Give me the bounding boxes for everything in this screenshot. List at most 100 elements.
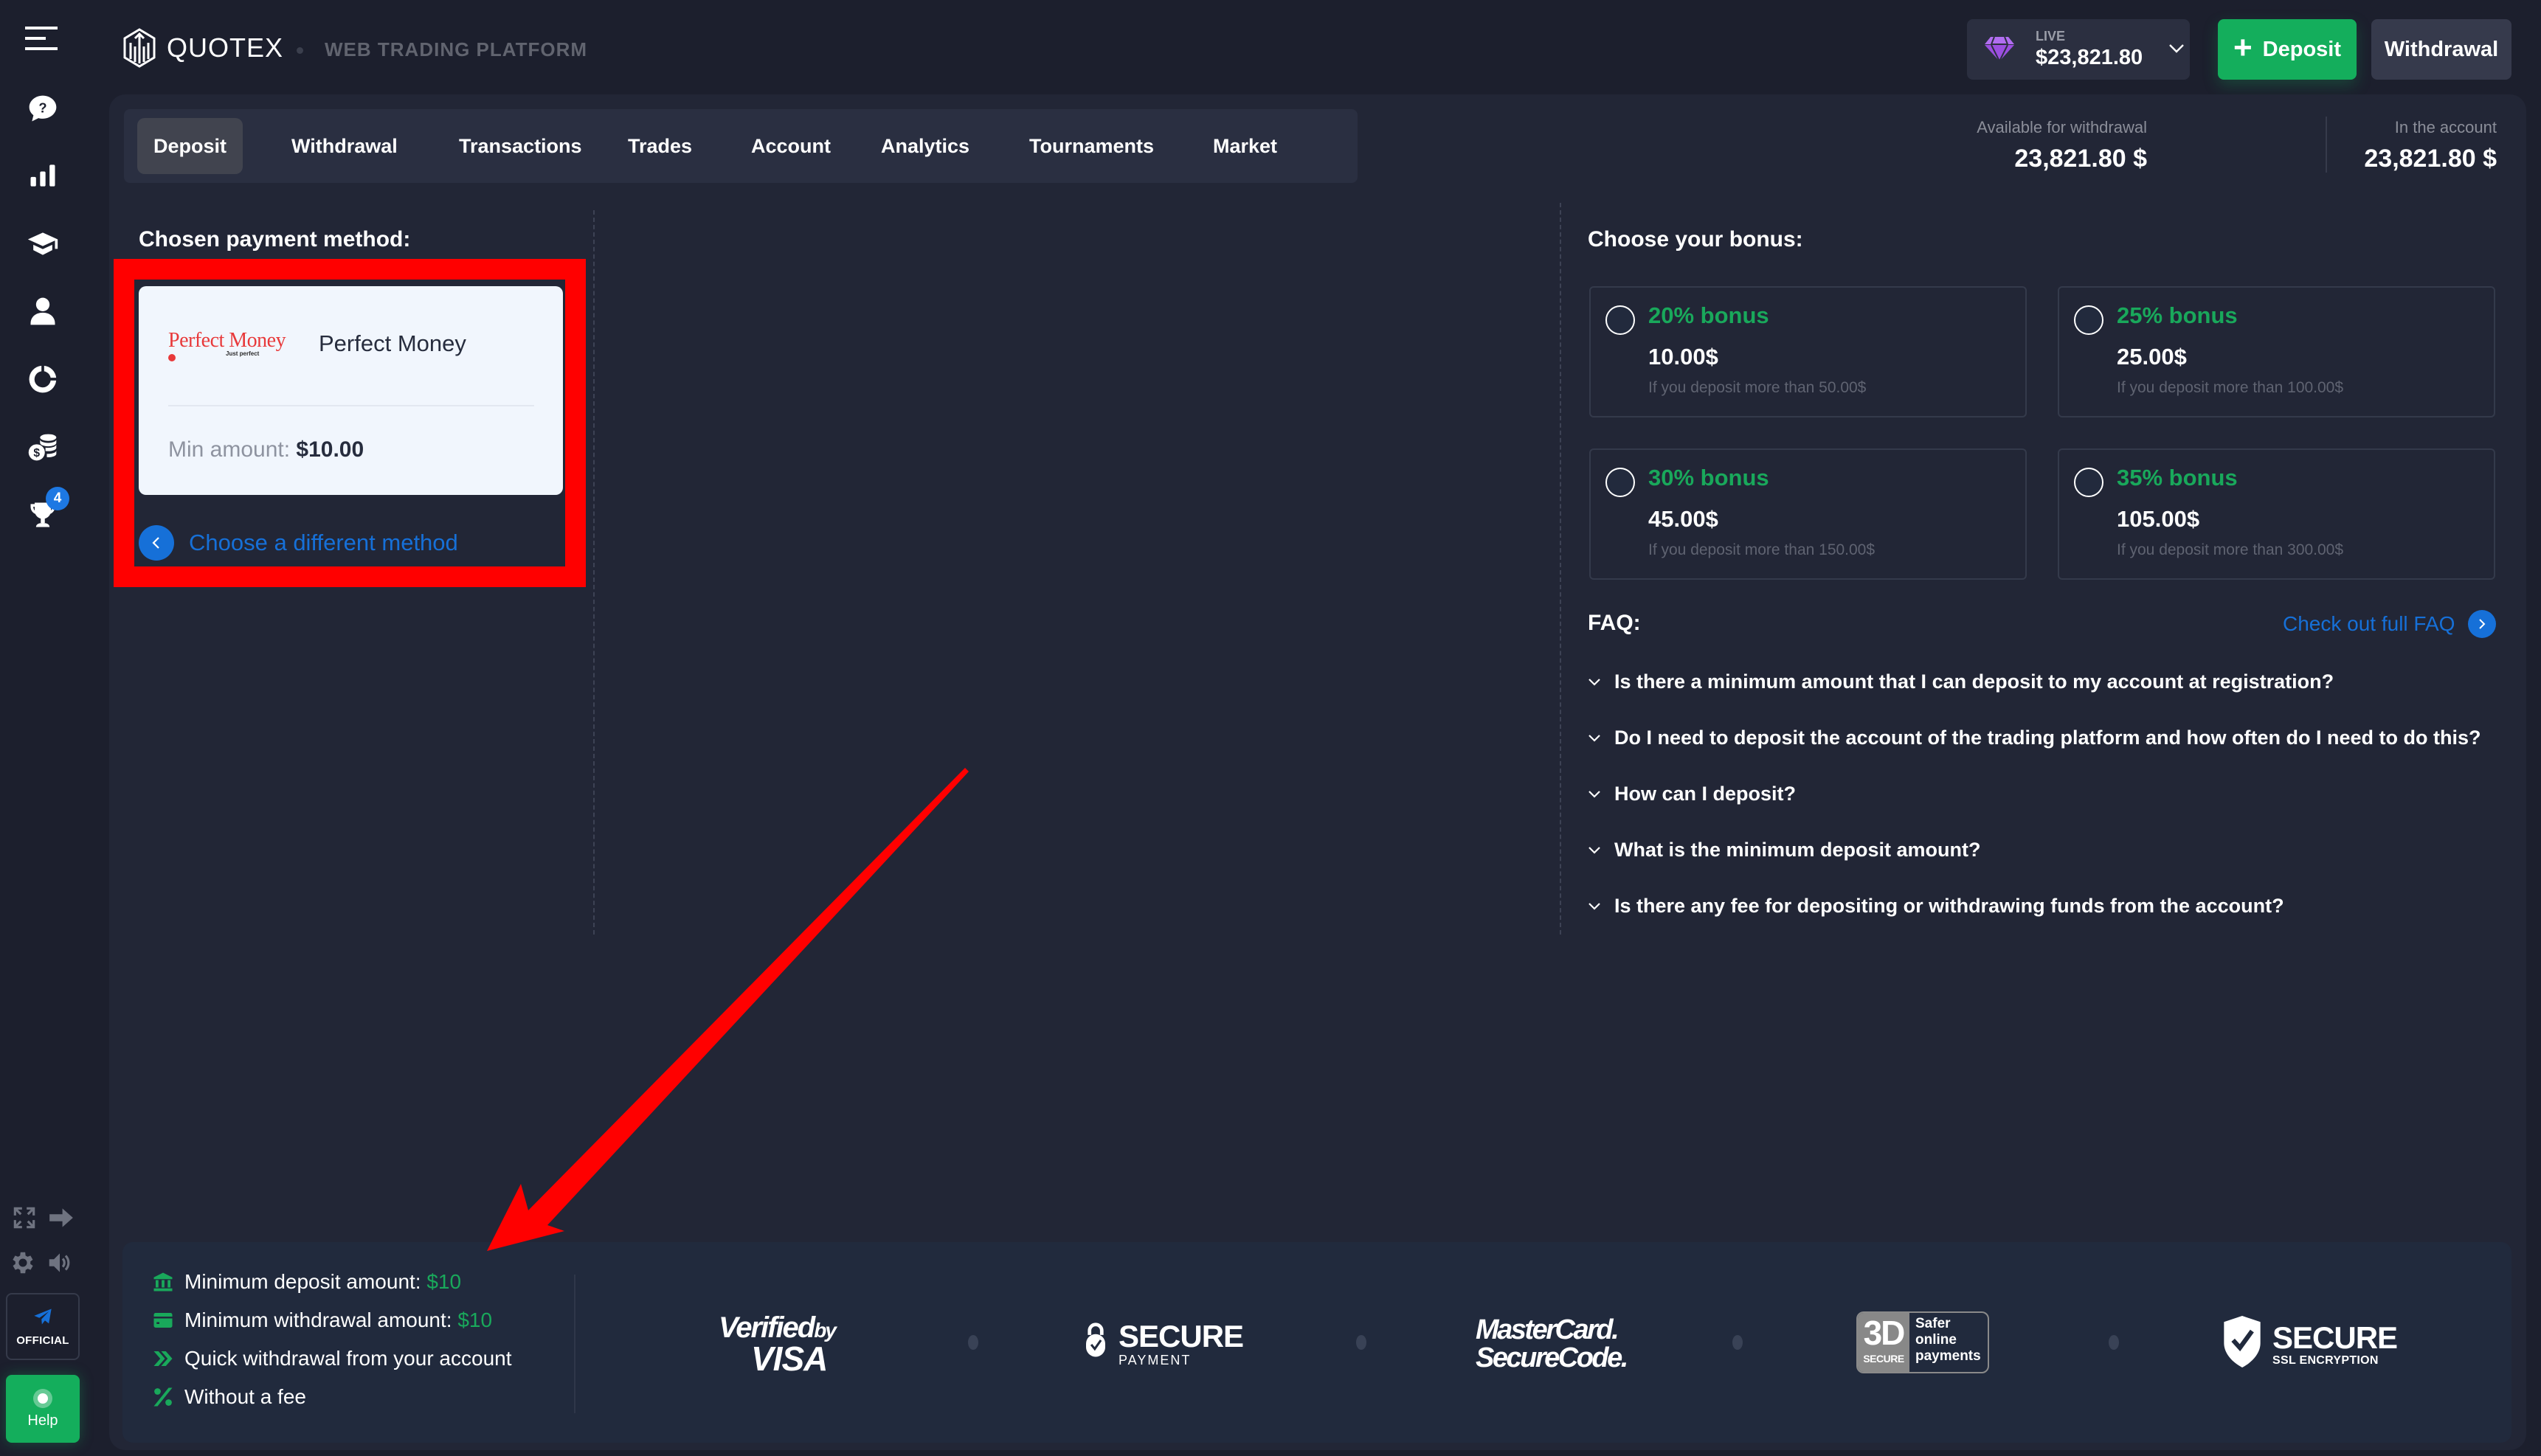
bonus-condition: If you deposit more than 150.00$ [1648,541,1876,558]
account-switcher[interactable]: LIVE $23,821.80 [1967,19,2190,80]
platform-label: WEB TRADING PLATFORM [325,38,588,60]
bonus-amount: 25.00$ [2117,344,2187,370]
bonus-condition: If you deposit more than 100.00$ [2117,379,2344,396]
min-amount: Min amount: $10.00 [168,437,364,462]
min-amount-value: $10.00 [296,437,364,462]
choose-different-method-label: Choose a different method [189,530,458,555]
bonus-title: 35% bonus [2117,465,2238,490]
volume-icon[interactable] [46,1249,74,1277]
tab-bar: Deposit Withdrawal Transactions Trades A… [124,109,1358,183]
bonus-radio[interactable] [1605,305,1635,335]
bonus-condition: If you deposit more than 300.00$ [2117,541,2344,558]
svg-text:?: ? [38,100,46,116]
bonus-option-20[interactable]: 20% bonus 10.00$ If you deposit more tha… [1589,286,2027,417]
graduation-cap-icon[interactable] [25,226,60,261]
faq-question: Is there any fee for depositing or withd… [1614,895,2284,917]
chevron-down-icon [1588,678,1600,686]
bonus-radio[interactable] [2074,468,2103,497]
telegram-icon [34,1308,52,1325]
bonus-amount: 10.00$ [1648,344,1718,370]
bonus-title: 20% bonus [1648,302,1769,328]
choose-different-method-link[interactable]: Choose a different method [139,525,458,561]
bar-chart-icon[interactable] [25,158,60,193]
balance-divider [2326,117,2327,173]
tab-analytics[interactable]: Analytics [865,118,986,174]
separator-dot [297,47,303,54]
chevron-right-icon [2468,610,2497,638]
faq-title: FAQ: [1588,611,1641,635]
perfect-money-logo: Perfect Money Just perfect [168,329,290,361]
secure-payment-badge: SECURE PAYMENT [1086,1311,1256,1370]
quotex-logo-icon [123,28,156,68]
faq-item[interactable]: How can I deposit? [1588,783,1796,805]
tab-withdrawal[interactable]: Withdrawal [275,118,414,174]
payment-method-card[interactable]: Perfect Money Just perfect Perfect Money… [139,286,563,495]
double-chevron-icon [153,1351,173,1366]
ssl-encryption-badge: SECURE SSL ENCRYPTION [2222,1314,2398,1373]
deposit-info-footer: Minimum deposit amount: $10 Minimum with… [122,1242,2511,1443]
bonus-option-25[interactable]: 25% bonus 25.00$ If you deposit more tha… [2058,286,2495,417]
faq-item[interactable]: Is there a minimum amount that I can dep… [1588,670,2334,693]
badge-separator [1356,1335,1366,1350]
header-deposit-button[interactable]: + Deposit [2218,19,2357,80]
column-divider-left [593,210,595,935]
min-amount-label: Min amount: [168,437,291,462]
bonus-option-35[interactable]: 35% bonus 105.00$ If you deposit more th… [2058,448,2495,580]
shield-check-icon [2224,1316,2261,1367]
coins-dollar-icon[interactable]: $ [25,429,60,465]
faq-question: What is the minimum deposit amount? [1614,839,1981,861]
bank-icon [153,1272,173,1292]
in-the-account: In the account 23,821.80 $ [2364,118,2497,173]
bonus-option-30[interactable]: 30% bonus 45.00$ If you deposit more tha… [1589,448,2027,580]
tab-transactions[interactable]: Transactions [443,118,598,174]
official-telegram-button[interactable]: OFFICIAL [6,1293,80,1360]
tab-tournaments[interactable]: Tournaments [1013,118,1170,174]
faq-item[interactable]: What is the minimum deposit amount? [1588,839,1981,862]
chevron-down-icon [1588,790,1600,798]
3d-secure-badge: 3D SECURE Safer online payments [1856,1311,1989,1373]
header-withdrawal-button[interactable]: Withdrawal [2371,19,2511,80]
header-withdrawal-label: Withdrawal [2384,37,2499,61]
faq-item[interactable]: Do I need to deposit the account of the … [1588,727,2480,749]
official-label: OFFICIAL [16,1334,69,1347]
donut-chart-icon[interactable] [25,361,60,397]
fullscreen-icon[interactable] [10,1204,38,1232]
diamond-icon [1985,36,2014,62]
chevron-down-icon [2169,44,2184,53]
online-status-icon [33,1388,52,1408]
badge-separator [1732,1335,1743,1350]
question-chat-icon[interactable]: ? [25,91,60,127]
badge-separator [2109,1335,2119,1350]
feature-quick-withdrawal: Quick withdrawal from your account [152,1347,512,1370]
tab-market[interactable]: Market [1197,118,1293,174]
help-label: Help [27,1412,58,1429]
available-label: Available for withdrawal [1977,118,2147,136]
user-icon[interactable] [25,294,60,329]
help-button[interactable]: Help [6,1375,80,1443]
chevron-down-icon [1588,734,1600,742]
payment-method-name: Perfect Money [319,330,466,356]
full-faq-link[interactable]: Check out full FAQ [2283,610,2497,638]
account-balance: $23,821.80 [2036,46,2143,69]
tab-deposit[interactable]: Deposit [137,118,243,174]
padlock-check-icon [1086,1322,1105,1357]
faq-question: Is there a minimum amount that I can dep… [1614,670,2334,693]
arrow-right-icon[interactable] [47,1204,75,1232]
hamburger-menu-icon[interactable] [25,24,58,53]
header-deposit-label: Deposit [2262,37,2342,61]
bonus-radio[interactable] [2074,305,2103,335]
chevron-left-icon [139,525,174,561]
account-type-label: LIVE [2036,29,2066,44]
faq-item[interactable]: Is there any fee for depositing or withd… [1588,895,2284,918]
chevron-down-icon [1588,846,1600,854]
available-value: 23,821.80 $ [2014,145,2147,173]
quotex-logo[interactable]: QUOTEX [122,28,283,68]
tab-account[interactable]: Account [735,118,847,174]
bonus-amount: 45.00$ [1648,506,1718,532]
available-for-withdrawal: Available for withdrawal 23,821.80 $ [1977,118,2147,173]
gear-icon[interactable] [9,1249,37,1277]
badge-separator [968,1335,978,1350]
column-divider-right [1560,203,1561,935]
bonus-radio[interactable] [1605,468,1635,497]
tab-trades[interactable]: Trades [612,118,708,174]
